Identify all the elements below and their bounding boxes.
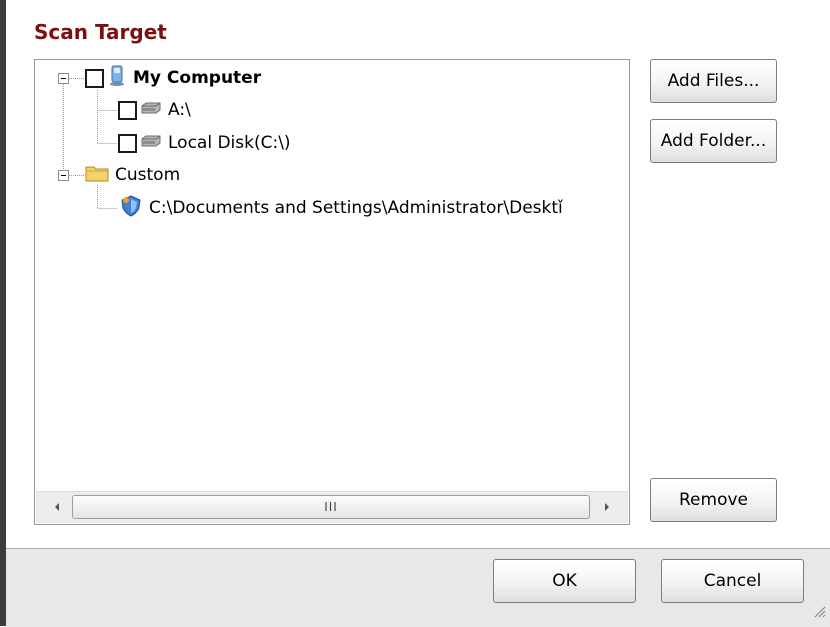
tree-item-label: C:\Documents and Settings\Administrator\…: [149, 198, 563, 218]
tree-item-local-disk-c[interactable]: Local Disk(C:\): [118, 130, 291, 156]
tree-item-label: Local Disk(C:\): [168, 133, 291, 153]
resize-grip-icon[interactable]: [812, 603, 826, 623]
tree-item-label: Custom: [115, 165, 181, 185]
computer-icon: [107, 65, 127, 92]
tree-item-label: My Computer: [133, 68, 262, 88]
add-folder-button[interactable]: Add Folder...: [650, 119, 777, 163]
tree-item-my-computer[interactable]: My Computer: [85, 65, 261, 91]
drive-icon: [140, 100, 162, 120]
scroll-right-arrow-icon[interactable]: [596, 496, 618, 518]
drive-a-checkbox[interactable]: [118, 100, 137, 120]
folder-icon: [85, 163, 109, 188]
tree-item-custom-path[interactable]: C:\Documents and Settings\Administrator\…: [119, 194, 563, 223]
tree-item-drive-a[interactable]: A:\: [118, 97, 191, 123]
drive-icon: [140, 133, 162, 153]
local-disk-c-checkbox[interactable]: [118, 133, 137, 153]
add-files-button[interactable]: Add Files...: [650, 59, 777, 103]
ok-button[interactable]: OK: [493, 559, 636, 603]
remove-button[interactable]: Remove: [650, 478, 777, 522]
dialog-footer: OK Cancel: [6, 548, 830, 627]
collapse-my-computer-toggle[interactable]: [58, 73, 69, 84]
scroll-thumb[interactable]: III: [72, 495, 590, 519]
section-title: Scan Target: [34, 20, 167, 44]
my-computer-checkbox[interactable]: [85, 68, 104, 88]
cancel-button[interactable]: Cancel: [661, 559, 804, 603]
scan-target-tree[interactable]: My Computer A:\ Local Disk(C:\) Custom C…: [34, 59, 630, 525]
window-left-edge: [0, 0, 6, 626]
scroll-thumb-grip: III: [324, 500, 338, 514]
scroll-left-arrow-icon[interactable]: [46, 496, 68, 518]
tree-item-custom[interactable]: Custom: [85, 162, 180, 188]
horizontal-scrollbar[interactable]: III: [36, 491, 628, 523]
tree-item-label: A:\: [168, 100, 191, 120]
collapse-custom-toggle[interactable]: [58, 170, 69, 181]
shield-icon: [119, 194, 143, 223]
